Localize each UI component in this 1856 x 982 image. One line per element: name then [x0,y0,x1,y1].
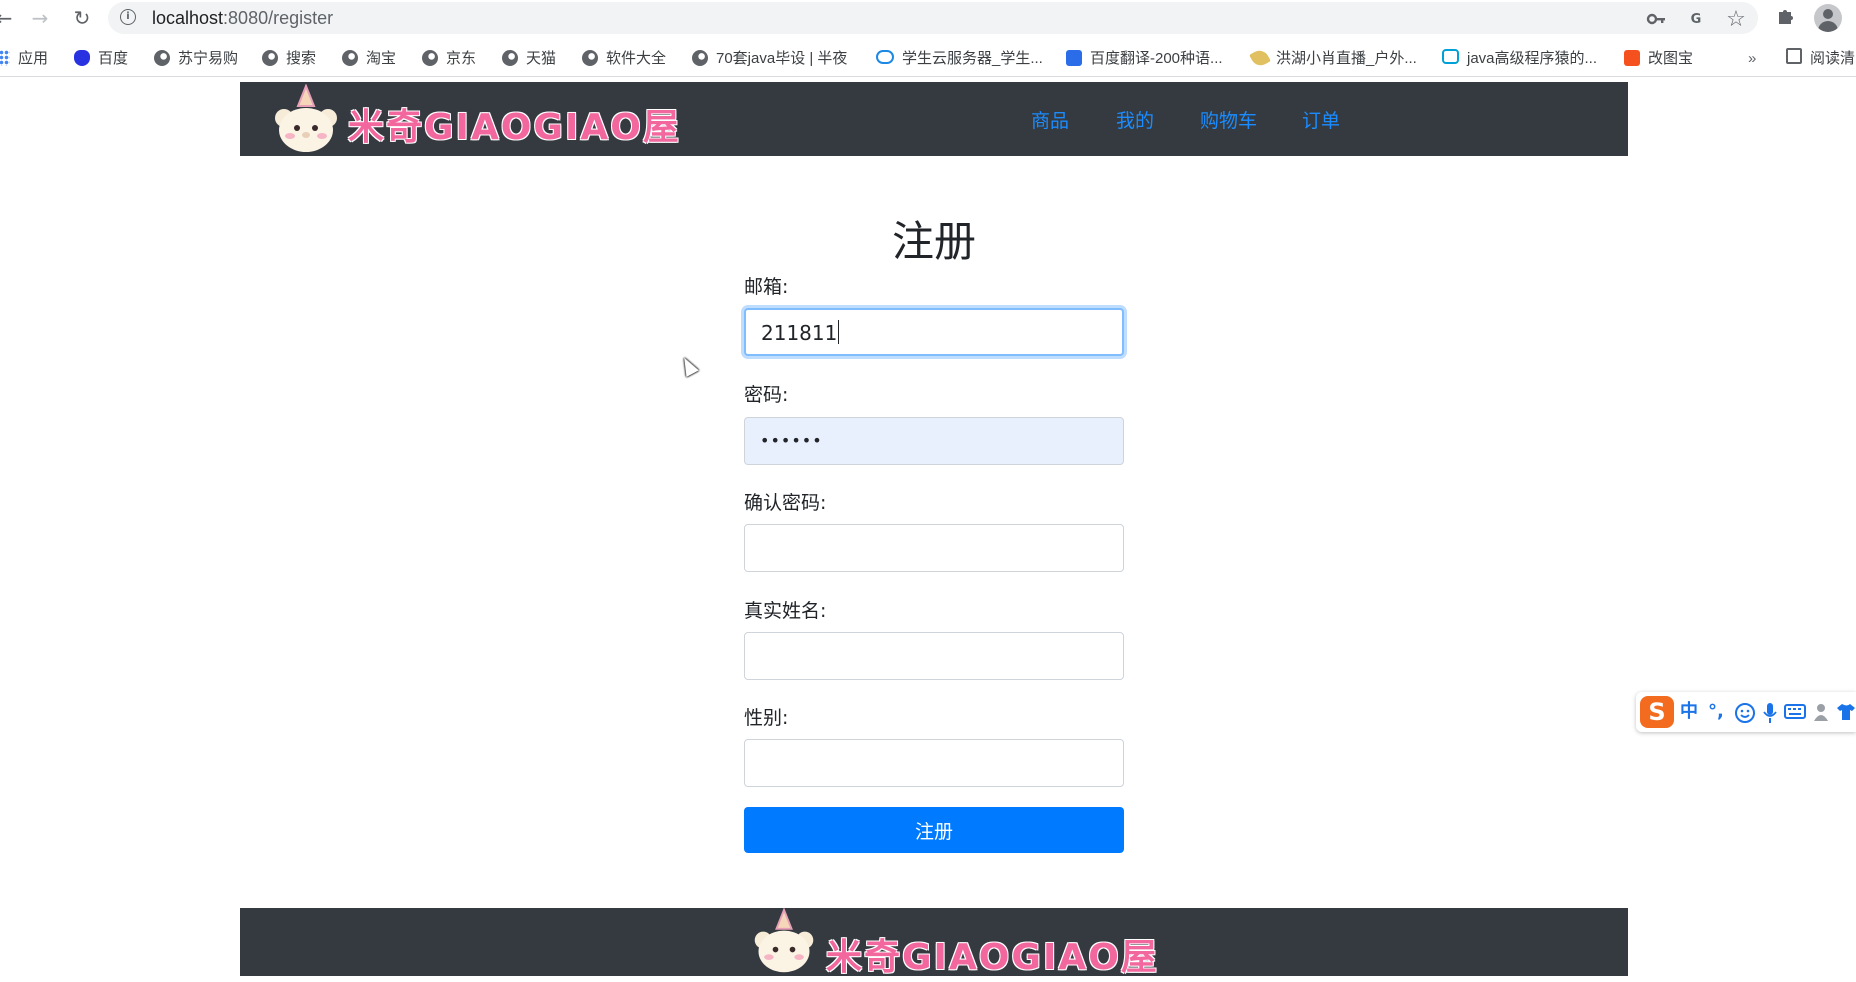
translate-glyph: G [1690,12,1702,27]
bilibili-icon [1442,49,1459,64]
page-title: 注册 [891,217,976,266]
keyboard-icon[interactable] [1784,699,1806,729]
password-field[interactable]: •••••• [744,417,1124,465]
bookmark-gaitubao[interactable]: 改图宝 [1624,48,1693,70]
reload-icon[interactable]: ↻ [70,6,94,30]
globe-icon [692,50,708,66]
site-info-icon[interactable]: i [120,9,136,25]
more-bookmarks-chevron-icon[interactable]: » [1748,48,1756,70]
globe-icon [422,50,438,66]
reading-list-button[interactable]: 阅读清 [1786,48,1855,70]
bookmark-label: 苏宁易购 [178,50,239,67]
ime-punctuation-toggle[interactable]: °, [1708,699,1724,725]
bookmark-bilibili[interactable]: java高级程序猿的... [1442,48,1597,70]
nav-mine[interactable]: 我的 [1116,106,1154,133]
bookmark-star-icon[interactable]: ☆ [1724,8,1748,32]
bear-mascot-icon [754,908,814,973]
microphone-icon[interactable] [1762,699,1778,732]
real-name-field[interactable] [744,632,1124,680]
url-path: :8080/register [223,8,334,28]
bookmark-label: 淘宝 [366,50,397,67]
bookmark-label: 天猫 [526,50,557,67]
bookmarks-bar: 应用 百度 苏宁易购 搜索 淘宝 京东 天猫 软件大全 70套java毕设 | … [0,42,1856,77]
site-logo[interactable]: 米奇GIAOGIAO屋 [270,82,679,156]
reading-list-icon [1786,48,1802,64]
sogou-logo-icon[interactable]: S [1640,696,1674,728]
globe-icon [502,50,518,66]
register-submit-button[interactable]: 注册 [744,807,1124,853]
bookmark-label: 百度 [98,50,129,67]
ime-toolbar: S 中 °, [1636,692,1856,732]
emoji-icon[interactable] [1734,699,1756,732]
translate-icon[interactable]: G [1684,8,1708,32]
bookmark-baidu-translate[interactable]: 百度翻译-200种语... [1066,48,1223,70]
bookmark-tmall[interactable]: 天猫 [502,48,556,70]
bookmark-label: 搜索 [286,50,317,67]
bookmark-student-cloud[interactable]: 学生云服务器_学生... [876,48,1043,70]
apps-grid-icon [0,50,10,66]
bookmark-label: 改图宝 [1648,50,1694,67]
cloud-icon [876,50,894,64]
nav-products[interactable]: 商品 [1031,106,1069,133]
bookmark-baidu[interactable]: 百度 [74,48,128,70]
bookmark-software[interactable]: 软件大全 [582,48,666,70]
extensions-puzzle-icon[interactable] [1774,6,1798,30]
address-bar[interactable]: i localhost:8080/register G ☆ [108,2,1758,34]
bookmark-java-projects[interactable]: 70套java毕设 | 半夜 [692,48,847,70]
site-footer: 米奇GIAOGIAO屋 [240,908,1628,978]
real-name-label: 真实姓名: [744,600,827,622]
password-key-icon[interactable] [1644,8,1668,32]
bookmark-label: 阅读清 [1810,50,1856,67]
bookmark-label: 应用 [18,50,49,67]
back-arrow-icon[interactable]: ← [0,6,16,30]
globe-icon [154,50,170,66]
bookmark-live-stream[interactable]: 洪湖小肖直播_户外... [1249,47,1417,70]
email-label: 邮箱: [744,276,789,298]
bookmark-apps[interactable]: 应用 [0,48,48,70]
url-host: localhost [152,8,224,28]
text-caret [838,320,840,344]
confirm-password-label: 确认密码: [744,492,827,514]
email-value: 211811 [761,321,838,345]
password-label: 密码: [744,384,789,406]
mouse-cursor-icon [678,354,699,377]
gender-label: 性别: [744,707,789,729]
bookmark-label: 京东 [446,50,477,67]
baidu-translate-icon [1066,50,1082,66]
shirt-icon[interactable] [1836,699,1856,730]
user-skin-icon[interactable] [1812,699,1830,730]
confirm-password-field[interactable] [744,524,1124,572]
bookmark-suning[interactable]: 苏宁易购 [154,48,238,70]
nav-orders[interactable]: 订单 [1302,106,1340,133]
logo-text: 米奇GIAOGIAO屋 [348,107,681,148]
nav-cart[interactable]: 购物车 [1200,106,1257,133]
bear-mascot-icon [275,84,337,152]
ime-mode-toggle[interactable]: 中 [1680,699,1698,725]
feather-icon [1249,47,1271,69]
bookmark-search[interactable]: 搜索 [262,48,316,70]
bookmark-jd[interactable]: 京东 [422,48,476,70]
profile-avatar[interactable] [1814,4,1842,32]
bookmark-label: 软件大全 [606,50,667,67]
bookmark-label: 学生云服务器_学生... [902,50,1043,67]
footer-logo: 米奇GIAOGIAO屋 [748,908,1157,982]
url-text[interactable]: localhost:8080/register [152,8,333,29]
globe-icon [342,50,358,66]
globe-icon [262,50,278,66]
baidu-paw-icon [74,50,90,66]
bookmark-label: 70套java毕设 | 半夜 [716,50,848,67]
bookmark-label: 洪湖小肖直播_户外... [1276,50,1417,67]
footer-logo-text: 米奇GIAOGIAO屋 [826,937,1159,978]
bookmark-label: java高级程序猿的... [1467,50,1598,67]
email-field[interactable]: 211811 [744,308,1124,356]
forward-arrow-icon[interactable]: → [28,6,52,30]
browser-toolbar: ← → ↻ i localhost:8080/register G ☆ [0,0,1856,36]
gender-field[interactable] [744,739,1124,787]
site-header: 米奇GIAOGIAO屋 商品 我的 购物车 订单 [240,82,1628,156]
bookmark-taobao[interactable]: 淘宝 [342,48,396,70]
gaitubao-icon [1624,50,1640,66]
bookmark-label: 百度翻译-200种语... [1090,50,1223,67]
globe-icon [582,50,598,66]
